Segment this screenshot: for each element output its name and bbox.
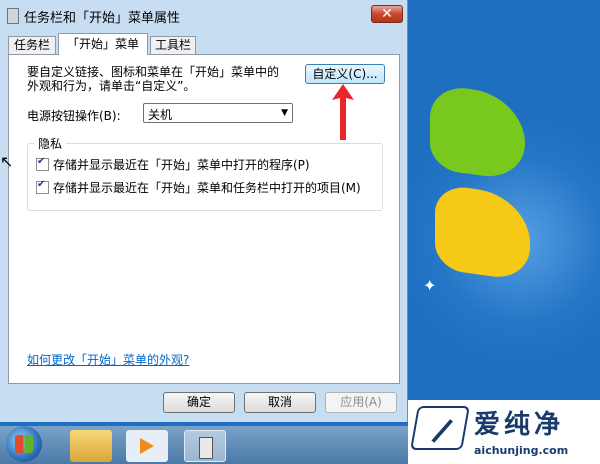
mouse-cursor-icon: ↖ [0,152,14,171]
apply-button[interactable]: 应用(A) [325,392,397,413]
tab-taskbar[interactable]: 任务栏 [8,36,56,54]
checkbox-recent-programs[interactable]: 存储并显示最近在「开始」菜单中打开的程序(P) [36,156,310,173]
description-line-1: 要自定义链接、图标和菜单在「开始」菜单中的 [27,65,280,79]
tab-start-menu[interactable]: 「开始」菜单 [58,33,148,55]
customize-description: 要自定义链接、图标和菜单在「开始」菜单中的 外观和行为，请单击“自定义”。 [27,65,297,93]
checkbox-recent-items-label: 存储并显示最近在「开始」菜单和任务栏中打开的项目(M) [53,181,361,195]
properties-window-icon [7,8,19,24]
cancel-button[interactable]: 取消 [244,392,316,413]
watermark-title: 爱纯净 [474,410,565,440]
taskbar [0,426,408,464]
watermark-logo-icon [410,406,470,450]
checkbox-checked-icon[interactable] [36,179,49,194]
media-player-taskbar-icon[interactable] [126,430,168,462]
description-line-2: 外观和行为，请单击“自定义”。 [27,79,196,93]
power-button-label: 电源按钮操作(B): [27,109,121,123]
power-button-select[interactable]: 关机 ▼ [143,103,293,123]
checkbox-recent-items[interactable]: 存储并显示最近在「开始」菜单和任务栏中打开的项目(M) [36,179,361,196]
customize-button[interactable]: 自定义(C)... [305,64,385,84]
power-button-value: 关机 [148,108,173,122]
title-bar[interactable]: 任务栏和「开始」菜单属性 ✕ [0,0,408,28]
tab-toolbars[interactable]: 工具栏 [150,36,196,54]
close-button[interactable]: ✕ [371,5,403,23]
windows-logo-icon [15,435,33,453]
red-arrow-annotation [332,84,354,140]
ok-button[interactable]: 确定 [163,392,235,413]
help-link[interactable]: 如何更改「开始」菜单的外观? [27,351,189,368]
watermark-url: aichunjing.com [474,444,569,457]
properties-window: 任务栏和「开始」菜单属性 ✕ 任务栏 「开始」菜单 工具栏 要自定义链接、图标和… [0,0,408,422]
windows-logo-wallpaper [430,70,530,282]
tab-strip: 任务栏 「开始」菜单 工具栏 [8,33,400,55]
privacy-group: 隐私 存储并显示最近在「开始」菜单中打开的程序(P) 存储并显示最近在「开始」菜… [27,135,383,211]
checkbox-recent-programs-label: 存储并显示最近在「开始」菜单中打开的程序(P) [53,158,310,172]
checkbox-checked-icon[interactable] [36,156,49,171]
window-title: 任务栏和「开始」菜单属性 [24,11,181,26]
start-button[interactable] [6,426,42,462]
privacy-group-label: 隐私 [34,135,67,152]
sparkle-icon: ✦ [423,276,437,295]
properties-taskbar-icon[interactable] [184,430,226,462]
watermark: 爱纯净 aichunjing.com [408,400,600,464]
explorer-taskbar-icon[interactable] [70,430,112,462]
chevron-down-icon: ▼ [281,108,288,118]
